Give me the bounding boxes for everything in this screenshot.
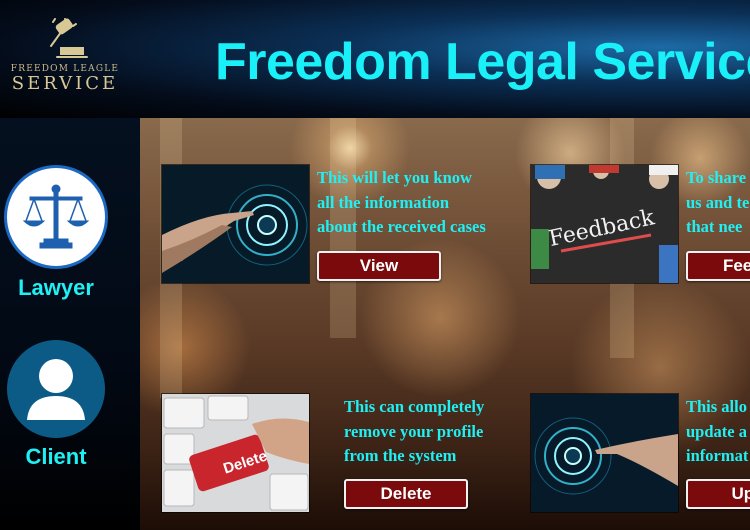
feedback-card-description: To share us and te that nee [686, 166, 749, 240]
description-line: that nee [686, 217, 743, 236]
update-card-image [530, 393, 679, 513]
client-avatar [7, 340, 105, 438]
gavel-icon [50, 18, 88, 58]
delete-card-description: This can completely remove your profile … [344, 395, 484, 469]
update-card-description: This allo update a informat [686, 395, 748, 469]
update-button[interactable]: Upd [686, 479, 750, 509]
description-line: To share [686, 168, 747, 187]
main-content: This will let you know all the informati… [140, 118, 750, 530]
sidebar-item-lawyer[interactable]: Lawyer [0, 165, 112, 301]
scales-of-justice-icon [22, 184, 90, 249]
view-button[interactable]: View [317, 251, 441, 281]
feedback-card-image: Feedback [530, 164, 679, 284]
sidebar-item-label: Client [25, 444, 87, 469]
app-logo: FREEDOM LEAGLE SERVICE [0, 18, 130, 108]
lawyer-avatar [4, 165, 108, 269]
user-avatar-icon [27, 359, 85, 420]
description-line: informat [686, 446, 749, 465]
description-line: about the received cases [317, 217, 486, 236]
description-line: This allo [686, 397, 747, 416]
description-line: update a [686, 421, 747, 441]
feedback-button[interactable]: Feedb [686, 251, 750, 281]
sidebar-item-client[interactable]: Client [0, 340, 112, 470]
description-line: us and te [686, 192, 750, 212]
description-line: This will let you know [317, 168, 472, 187]
view-card-image [161, 164, 310, 284]
view-card-description: This will let you know all the informati… [317, 166, 486, 240]
logo-text-bottom: SERVICE [11, 73, 119, 94]
page-title: Freedom Legal Service [215, 33, 750, 91]
description-line: all the information [317, 192, 449, 212]
delete-card-image: Delete [161, 393, 310, 513]
description-line: from the system [344, 446, 457, 465]
sidebar-item-label: Lawyer [18, 275, 94, 300]
delete-button[interactable]: Delete [344, 479, 468, 509]
description-line: This can completely [344, 397, 485, 416]
description-line: remove your profile [344, 421, 484, 441]
